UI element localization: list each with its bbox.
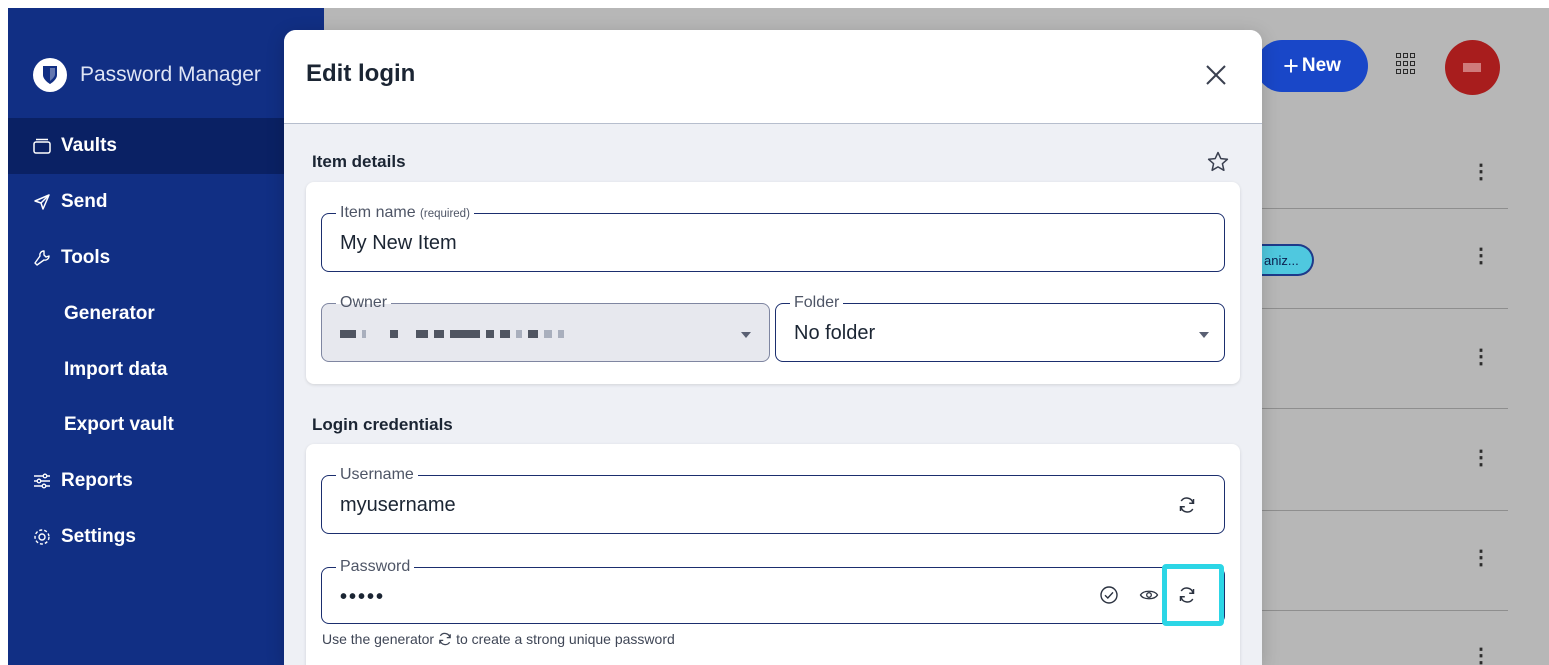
avatar[interactable]: [1445, 40, 1500, 95]
chevron-down-icon: [741, 332, 751, 338]
new-button-label: New: [1301, 55, 1341, 76]
chevron-down-icon: [1199, 332, 1209, 338]
sidebar-item-vaults[interactable]: Vaults: [8, 118, 324, 174]
username-label: Username: [336, 464, 418, 486]
grid-apps-icon[interactable]: [1396, 53, 1418, 75]
dialog-title: Edit login: [306, 60, 416, 87]
more-options-icon[interactable]: ⋮: [1471, 162, 1491, 182]
sidebar: Password Manager Vaults Send Tools Gener…: [8, 8, 324, 665]
star-favorite-icon[interactable]: [1206, 150, 1230, 174]
sliders-icon: [32, 471, 52, 491]
edit-login-dialog: Edit login Item details Item name (requi…: [284, 30, 1262, 665]
username-value: myusername: [340, 494, 456, 516]
sidebar-item-reports[interactable]: Reports: [8, 453, 324, 509]
item-details-heading: Item details: [312, 152, 406, 171]
sidebar-item-export-vault[interactable]: Export vault: [8, 397, 324, 453]
required-hint: (required): [420, 208, 470, 220]
plus-icon: +: [1283, 50, 1299, 81]
sidebar-item-tools[interactable]: Tools: [8, 230, 324, 286]
item-name-field[interactable]: Item name (required) My New Item: [321, 202, 1225, 272]
sidebar-item-send[interactable]: Send: [8, 174, 324, 230]
list-divider: [1262, 308, 1508, 309]
folder-select[interactable]: Folder No folder: [775, 292, 1225, 362]
more-options-icon[interactable]: ⋮: [1471, 448, 1491, 468]
list-divider: [1262, 208, 1508, 209]
vault-icon: [32, 136, 52, 156]
sidebar-item-label: Import data: [64, 359, 168, 380]
generate-username-refresh-icon[interactable]: [1174, 492, 1200, 518]
item-name-value: My New Item: [340, 232, 457, 254]
sidebar-item-label: Reports: [61, 470, 133, 491]
sidebar-item-settings[interactable]: Settings: [8, 509, 324, 565]
more-options-icon[interactable]: ⋮: [1471, 347, 1491, 367]
hint-suffix: to create a strong unique password: [456, 631, 675, 647]
password-label: Password: [336, 556, 415, 578]
sidebar-item-label: Vaults: [61, 135, 117, 156]
new-button[interactable]: + New: [1256, 40, 1368, 92]
item-name-label: Item name (required): [336, 202, 474, 225]
login-credentials-heading: Login credentials: [312, 415, 453, 434]
password-value: •••••: [340, 586, 386, 608]
sidebar-item-label: Send: [61, 191, 108, 212]
owner-select[interactable]: Owner: [321, 292, 770, 362]
sidebar-item-label: Settings: [61, 526, 136, 547]
gear-icon: [32, 527, 52, 547]
hint-prefix: Use the generator: [322, 631, 435, 647]
organization-badge: aniz...: [1262, 244, 1314, 276]
username-field[interactable]: Username myusername: [321, 464, 1225, 534]
sidebar-item-label: Export vault: [64, 414, 174, 435]
send-icon: [32, 192, 52, 212]
sidebar-item-generator[interactable]: Generator: [8, 286, 324, 342]
owner-label: Owner: [336, 292, 392, 314]
password-field[interactable]: Password •••••: [321, 556, 1225, 624]
shield-logo-icon: [33, 58, 67, 92]
more-options-icon[interactable]: ⋮: [1471, 646, 1491, 665]
dialog-header: Edit login: [284, 30, 1262, 124]
folder-label: Folder: [790, 292, 844, 314]
list-divider: [1262, 408, 1508, 409]
more-options-icon[interactable]: ⋮: [1471, 246, 1491, 266]
close-icon[interactable]: [1202, 61, 1230, 89]
item-details-card: Item name (required) My New Item Owner F…: [306, 182, 1240, 384]
sidebar-item-label: Generator: [64, 303, 155, 324]
refresh-icon: [439, 632, 451, 646]
generator-button-highlight: [1162, 564, 1224, 626]
brand[interactable]: Password Manager: [33, 55, 261, 95]
brand-name: Password Manager: [80, 63, 261, 86]
folder-value: No folder: [794, 322, 876, 344]
redacted-owner-value: [340, 330, 564, 338]
list-divider: [1262, 510, 1508, 511]
organization-badge-label: aniz...: [1264, 252, 1299, 268]
password-generator-hint: Use the generator to create a strong uni…: [322, 631, 675, 647]
eye-icon[interactable]: [1136, 582, 1162, 608]
wrench-icon: [32, 248, 52, 268]
check-password-icon[interactable]: [1096, 582, 1122, 608]
list-divider: [1262, 610, 1508, 611]
sidebar-item-import-data[interactable]: Import data: [8, 342, 324, 398]
more-options-icon[interactable]: ⋮: [1471, 548, 1491, 568]
sidebar-item-label: Tools: [61, 247, 111, 268]
